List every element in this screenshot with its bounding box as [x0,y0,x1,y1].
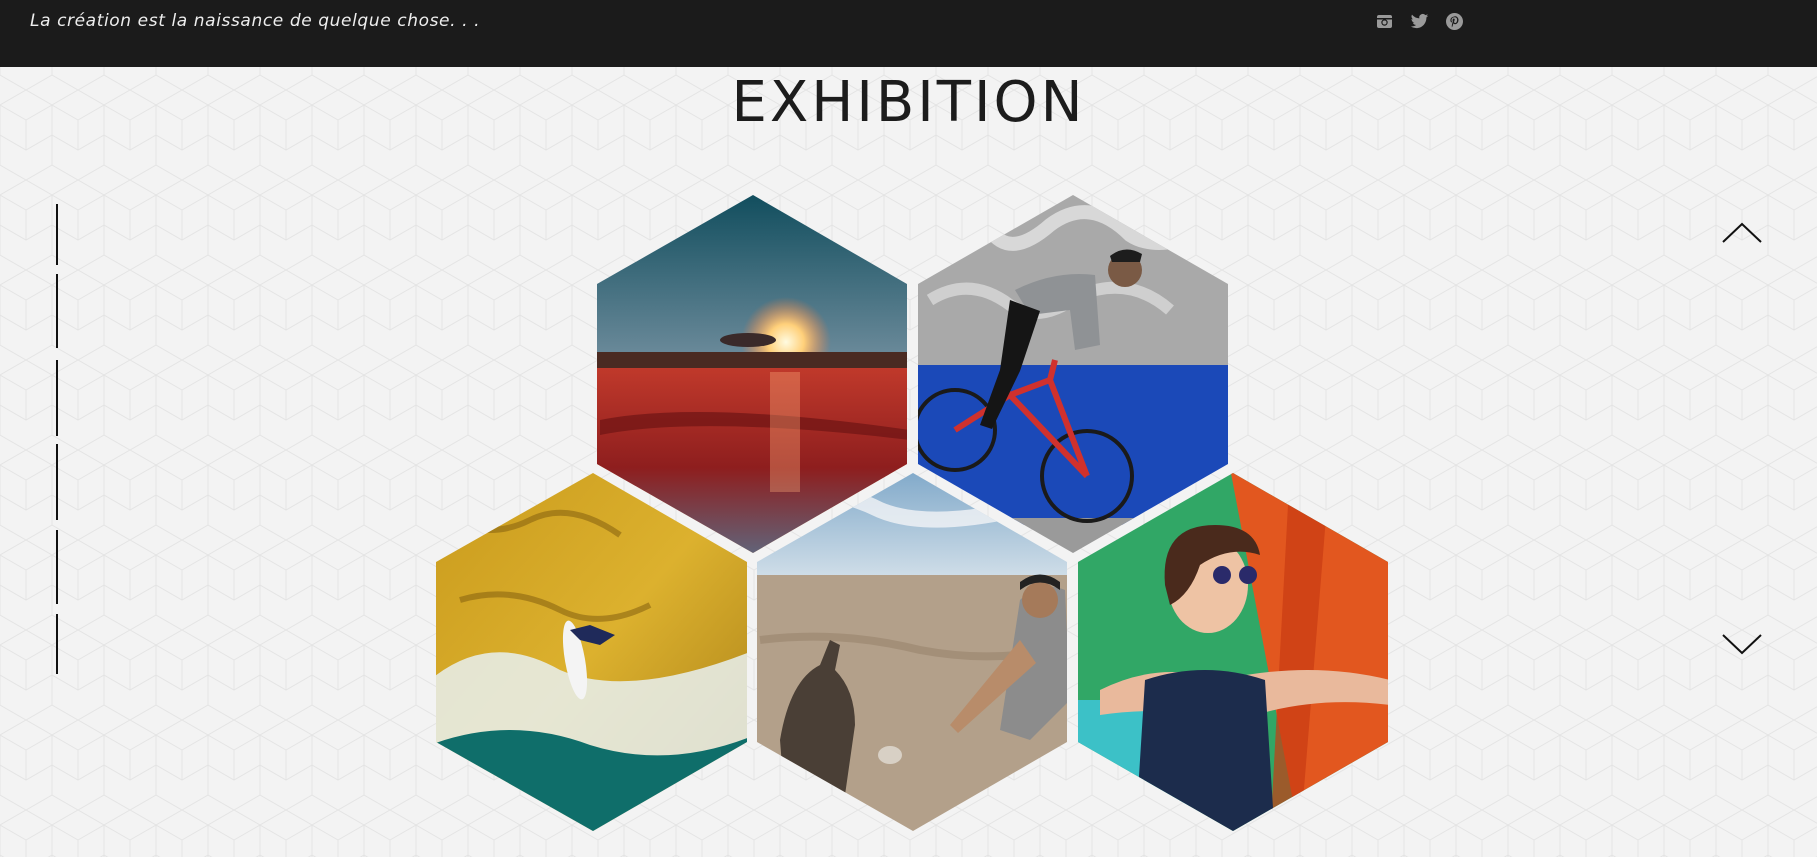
section-nav-item[interactable] [54,444,62,520]
scroll-up-button[interactable] [1720,218,1764,248]
chevron-down-icon [1722,634,1762,655]
page-title: EXHIBITION [731,70,1086,135]
instagram-icon[interactable] [1375,12,1394,31]
social-links [1375,12,1464,31]
pinterest-icon[interactable] [1445,12,1464,31]
twitter-icon[interactable] [1410,12,1429,31]
section-nav-item[interactable] [54,530,62,604]
section-nav-item[interactable] [54,274,62,348]
chevron-up-icon [1722,222,1762,243]
section-nav-item[interactable] [54,204,62,265]
section-nav-item[interactable] [54,614,62,674]
section-nav-item[interactable] [54,360,62,436]
top-bar: La création est la naissance de quelque … [0,0,1817,67]
section-nav [54,204,62,674]
scroll-down-button[interactable] [1720,629,1764,659]
site-tagline: La création est la naissance de quelque … [30,11,481,31]
